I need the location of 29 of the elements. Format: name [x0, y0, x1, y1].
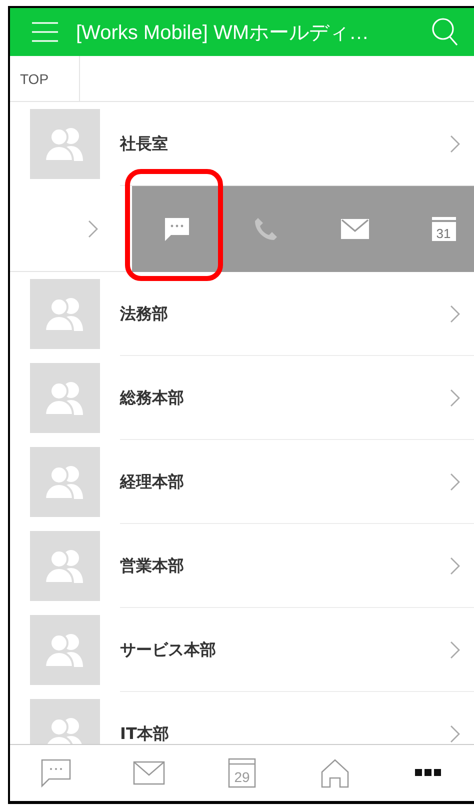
calendar-date: 29	[234, 769, 250, 785]
department-name[interactable]: 総務本部	[120, 390, 450, 406]
chevron-icon	[450, 557, 460, 575]
department-name[interactable]: 法務部	[120, 306, 450, 322]
chevron-icon	[450, 135, 460, 153]
chat-icon	[164, 216, 190, 242]
breadcrumb-item[interactable]: TOP	[10, 56, 80, 101]
chevron-icon	[88, 220, 98, 238]
department-name[interactable]: サービス本部	[120, 642, 450, 658]
search-icon[interactable]	[432, 18, 458, 46]
chevron-icon	[450, 305, 460, 323]
window-title: [Works Mobile] WMホールディ…	[76, 20, 370, 46]
more-icon	[414, 769, 441, 777]
menu-icon[interactable]	[32, 22, 58, 42]
department-name[interactable]: IT本部	[120, 726, 450, 742]
calendar-date: 31	[436, 226, 451, 242]
chat-icon	[41, 758, 72, 788]
home-icon	[320, 758, 350, 788]
chevron-icon	[450, 389, 460, 407]
calendar-action-button[interactable]: 31	[399, 186, 474, 272]
chevron-icon	[450, 725, 460, 743]
phone-icon	[252, 216, 278, 242]
chevron-icon	[450, 473, 460, 491]
department-name[interactable]: 社長室	[120, 136, 450, 152]
mail-icon	[340, 218, 368, 238]
mail-icon	[133, 761, 166, 785]
department-name[interactable]: 営業本部	[120, 558, 450, 574]
department-name[interactable]: 経理本部	[120, 474, 450, 490]
chevron-icon	[450, 641, 460, 659]
